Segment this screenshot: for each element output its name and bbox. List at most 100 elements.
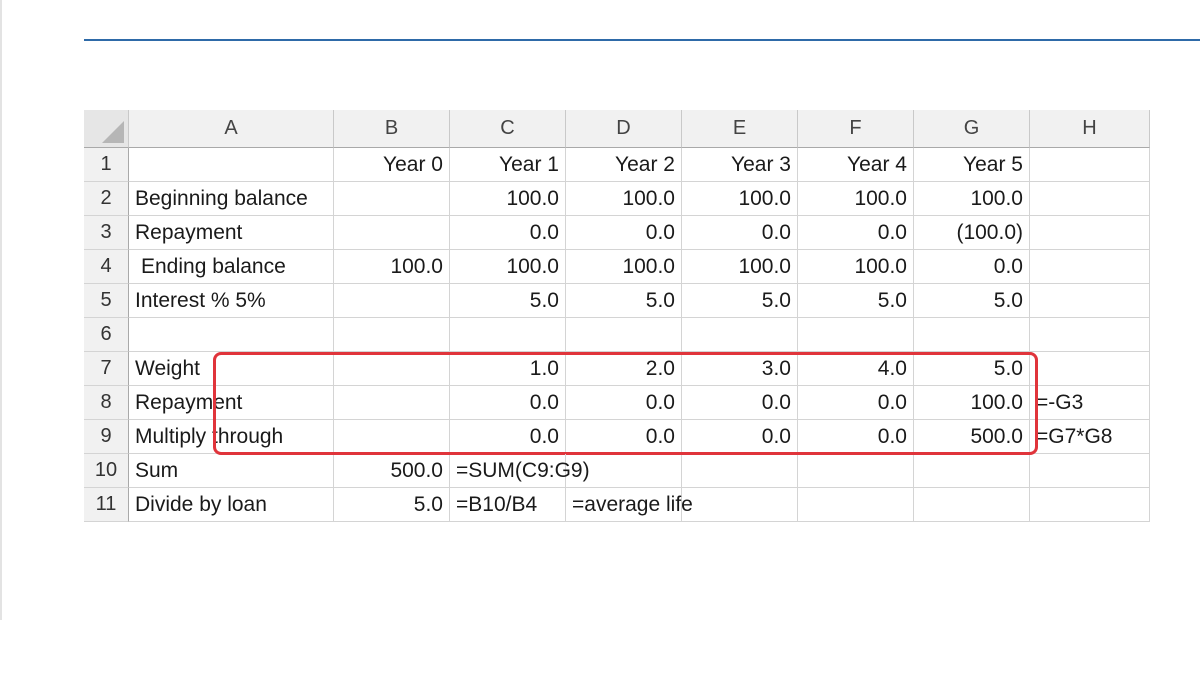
cell-B4[interactable]: 100.0 <box>334 250 450 284</box>
cell-F1[interactable]: Year 4 <box>798 148 914 182</box>
row-header-5[interactable]: 5 <box>84 284 129 318</box>
cell-B8[interactable] <box>334 386 450 420</box>
cell-A7[interactable]: Weight <box>129 352 334 386</box>
row-header-4[interactable]: 4 <box>84 250 129 284</box>
cell-A1[interactable] <box>129 148 334 182</box>
cell-H11[interactable] <box>1030 488 1150 522</box>
row-header-2[interactable]: 2 <box>84 182 129 216</box>
cell-D7[interactable]: 2.0 <box>566 352 682 386</box>
row-header-6[interactable]: 6 <box>84 318 129 352</box>
cell-G4[interactable]: 0.0 <box>914 250 1030 284</box>
col-header-E[interactable]: E <box>682 110 798 148</box>
cell-A9[interactable]: Multiply through <box>129 420 334 454</box>
cell-A4[interactable]: Ending balance <box>129 250 334 284</box>
cell-D5[interactable]: 5.0 <box>566 284 682 318</box>
cell-H1[interactable] <box>1030 148 1150 182</box>
cell-G1[interactable]: Year 5 <box>914 148 1030 182</box>
cell-E5[interactable]: 5.0 <box>682 284 798 318</box>
cell-A5[interactable]: Interest % 5% <box>129 284 334 318</box>
cell-E9[interactable]: 0.0 <box>682 420 798 454</box>
cell-E11[interactable] <box>682 488 798 522</box>
row-header-1[interactable]: 1 <box>84 148 129 182</box>
row-header-11[interactable]: 11 <box>84 488 129 522</box>
col-header-D[interactable]: D <box>566 110 682 148</box>
cell-G10[interactable] <box>914 454 1030 488</box>
cell-H3[interactable] <box>1030 216 1150 250</box>
cell-E7[interactable]: 3.0 <box>682 352 798 386</box>
col-header-F[interactable]: F <box>798 110 914 148</box>
cell-D2[interactable]: 100.0 <box>566 182 682 216</box>
cell-E10[interactable] <box>682 454 798 488</box>
cell-H7[interactable] <box>1030 352 1150 386</box>
cell-G2[interactable]: 100.0 <box>914 182 1030 216</box>
cell-B2[interactable] <box>334 182 450 216</box>
cell-F5[interactable]: 5.0 <box>798 284 914 318</box>
cell-B11[interactable]: 5.0 <box>334 488 450 522</box>
cell-A3[interactable]: Repayment <box>129 216 334 250</box>
cell-B1[interactable]: Year 0 <box>334 148 450 182</box>
cell-C3[interactable]: 0.0 <box>450 216 566 250</box>
cell-C11[interactable]: =B10/B4 <box>450 488 566 522</box>
select-all-corner[interactable] <box>84 110 129 148</box>
cell-D9[interactable]: 0.0 <box>566 420 682 454</box>
cell-E6[interactable] <box>682 318 798 352</box>
cell-C1[interactable]: Year 1 <box>450 148 566 182</box>
cell-E1[interactable]: Year 3 <box>682 148 798 182</box>
cell-B9[interactable] <box>334 420 450 454</box>
cell-G3[interactable]: (100.0) <box>914 216 1030 250</box>
cell-D11[interactable]: =average life <box>566 488 693 522</box>
cell-A10[interactable]: Sum <box>129 454 334 488</box>
row-header-9[interactable]: 9 <box>84 420 129 454</box>
row-header-10[interactable]: 10 <box>84 454 129 488</box>
cell-G5[interactable]: 5.0 <box>914 284 1030 318</box>
cell-H6[interactable] <box>1030 318 1150 352</box>
cell-B3[interactable] <box>334 216 450 250</box>
row-header-7[interactable]: 7 <box>84 352 129 386</box>
cell-H10[interactable] <box>1030 454 1150 488</box>
cell-G6[interactable] <box>914 318 1030 352</box>
cell-D6[interactable] <box>566 318 682 352</box>
cell-G7[interactable]: 5.0 <box>914 352 1030 386</box>
cell-D8[interactable]: 0.0 <box>566 386 682 420</box>
cell-F2[interactable]: 100.0 <box>798 182 914 216</box>
cell-E2[interactable]: 100.0 <box>682 182 798 216</box>
cell-F4[interactable]: 100.0 <box>798 250 914 284</box>
cell-F11[interactable] <box>798 488 914 522</box>
cell-B6[interactable] <box>334 318 450 352</box>
cell-C7[interactable]: 1.0 <box>450 352 566 386</box>
cell-F6[interactable] <box>798 318 914 352</box>
cell-F3[interactable]: 0.0 <box>798 216 914 250</box>
cell-C2[interactable]: 100.0 <box>450 182 566 216</box>
cell-H5[interactable] <box>1030 284 1150 318</box>
cell-E3[interactable]: 0.0 <box>682 216 798 250</box>
cell-H9[interactable]: =G7*G8 <box>1030 420 1150 454</box>
cell-G9[interactable]: 500.0 <box>914 420 1030 454</box>
cell-C8[interactable]: 0.0 <box>450 386 566 420</box>
cell-D1[interactable]: Year 2 <box>566 148 682 182</box>
cell-F9[interactable]: 0.0 <box>798 420 914 454</box>
cell-C9[interactable]: 0.0 <box>450 420 566 454</box>
col-header-C[interactable]: C <box>450 110 566 148</box>
cell-B10[interactable]: 500.0 <box>334 454 450 488</box>
cell-F8[interactable]: 0.0 <box>798 386 914 420</box>
col-header-B[interactable]: B <box>334 110 450 148</box>
cell-B7[interactable] <box>334 352 450 386</box>
cell-A6[interactable] <box>129 318 334 352</box>
cell-A8[interactable]: Repayment <box>129 386 334 420</box>
cell-E8[interactable]: 0.0 <box>682 386 798 420</box>
cell-G8[interactable]: 100.0 <box>914 386 1030 420</box>
cell-F10[interactable] <box>798 454 914 488</box>
cell-B5[interactable] <box>334 284 450 318</box>
cell-A11[interactable]: Divide by loan <box>129 488 334 522</box>
col-header-G[interactable]: G <box>914 110 1030 148</box>
cell-A2[interactable]: Beginning balance <box>129 182 334 216</box>
cell-H2[interactable] <box>1030 182 1150 216</box>
cell-G11[interactable] <box>914 488 1030 522</box>
cell-D3[interactable]: 0.0 <box>566 216 682 250</box>
cell-F7[interactable]: 4.0 <box>798 352 914 386</box>
cell-H4[interactable] <box>1030 250 1150 284</box>
cell-E4[interactable]: 100.0 <box>682 250 798 284</box>
row-header-8[interactable]: 8 <box>84 386 129 420</box>
row-header-3[interactable]: 3 <box>84 216 129 250</box>
cell-H8[interactable]: =-G3 <box>1030 386 1150 420</box>
